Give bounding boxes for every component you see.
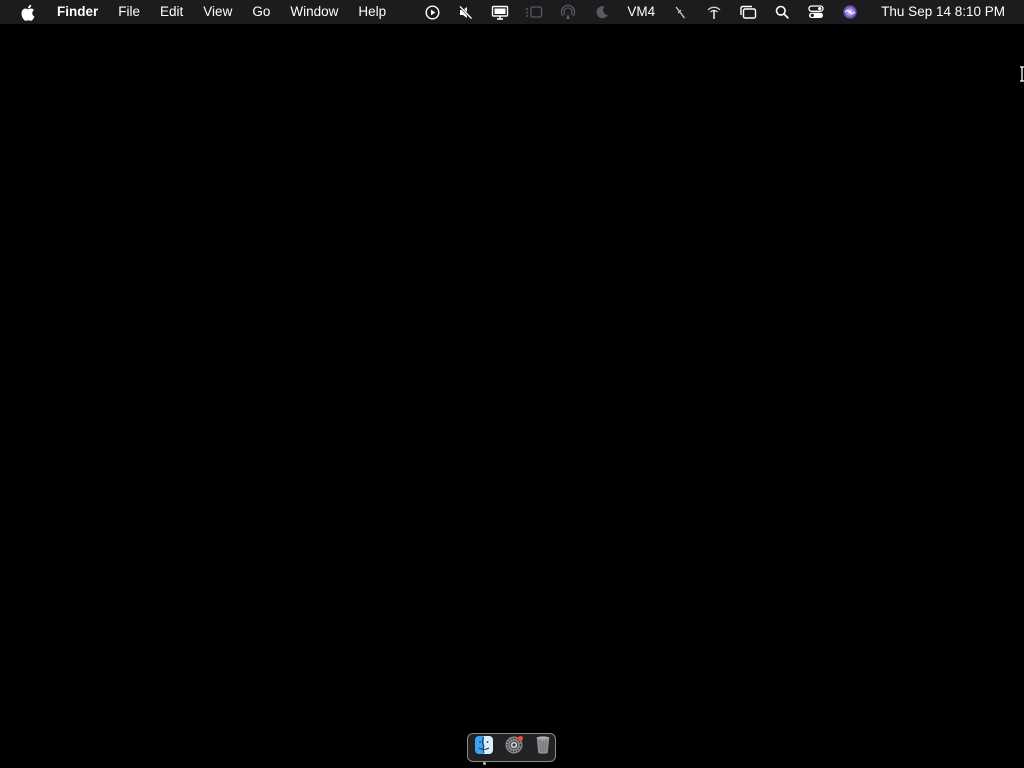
spotlight-search-icon[interactable] [772,0,792,24]
focus-moon-icon[interactable] [592,0,612,24]
menu-bar: Finder File Edit View Go Window Help VM4… [0,0,1024,24]
menu-help[interactable]: Help [348,0,396,24]
trash-icon [534,735,552,760]
dock-item-trash[interactable] [534,735,552,760]
desktop: Finder File Edit View Go Window Help VM4… [0,0,1024,768]
finder-icon [474,735,494,760]
apple-menu-icon[interactable] [19,3,35,21]
dock-item-system-settings[interactable] [504,735,524,760]
menu-file[interactable]: File [108,0,150,24]
system-settings-icon [504,735,524,760]
network-off-icon[interactable] [670,0,690,24]
antenna-icon[interactable] [704,0,724,24]
dock-item-finder[interactable] [474,735,494,765]
menu-bar-left: Finder File Edit View Go Window Help [0,0,396,24]
siri-icon[interactable] [840,0,860,24]
display-icon[interactable] [490,0,510,24]
menu-window[interactable]: Window [280,0,348,24]
stage-manager-icon[interactable] [524,0,544,24]
menu-view[interactable]: View [193,0,242,24]
menu-bar-clock[interactable]: Thu Sep 14 8:10 PM [867,0,1024,24]
window-overlap-icon[interactable] [738,0,758,24]
play-icon[interactable] [422,0,442,24]
sound-muted-icon[interactable] [456,0,476,24]
airdrop-icon[interactable] [558,0,578,24]
dock [467,733,556,765]
running-indicator [482,761,486,765]
menu-app-finder[interactable]: Finder [47,0,108,24]
vm-label[interactable]: VM4 [619,0,663,24]
text-cursor-icon [1019,66,1024,82]
menu-edit[interactable]: Edit [150,0,193,24]
control-center-icon[interactable] [806,0,826,24]
menu-bar-status-area: VM4 Thu Sep 14 8:10 PM [415,0,1024,24]
menu-go[interactable]: Go [242,0,280,24]
